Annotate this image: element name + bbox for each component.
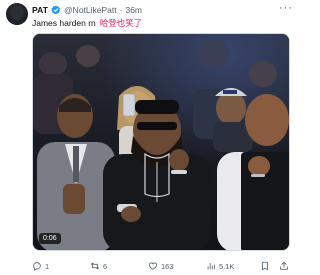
share-button[interactable] (279, 259, 292, 273)
retweet-icon (90, 262, 100, 270)
author-handle[interactable]: @NotLikePatt (64, 5, 117, 15)
tweet-header: PAT @NotLikePatt · 36m (32, 3, 142, 17)
tweet-actions: 1 6 163 5.1K (32, 259, 294, 273)
reply-button[interactable]: 1 (32, 259, 49, 273)
like-count: 163 (161, 261, 174, 271)
views-count: 5.1K (219, 261, 235, 271)
avatar-face (12, 8, 22, 20)
share-icon (280, 261, 288, 270)
views-icon (207, 263, 215, 270)
reply-icon (33, 262, 41, 271)
video-player[interactable]: 0:06 (32, 33, 290, 251)
like-icon (148, 262, 158, 270)
like-button[interactable]: 163 (148, 259, 174, 273)
retweet-count: 6 (103, 261, 108, 271)
retweet-button[interactable]: 6 (90, 259, 107, 273)
reply-count: 1 (45, 261, 50, 271)
video-frame (33, 34, 289, 250)
author-display-name[interactable]: PAT (32, 5, 48, 15)
tweet-card[interactable]: PAT @NotLikePatt · 36m ··· James harden … (0, 0, 299, 275)
bookmark-button[interactable] (260, 259, 273, 273)
tweet-time[interactable]: 36m (125, 5, 142, 15)
views-button[interactable]: 5.1K (206, 259, 234, 273)
tweet-text-english: James harden rn (32, 18, 96, 28)
bookmark-icon (262, 261, 268, 271)
author-avatar[interactable] (6, 3, 28, 25)
tweet-text-chinese: 哈登也笑了 (99, 18, 143, 28)
verified-badge-icon (51, 5, 61, 15)
more-icon[interactable]: ··· (279, 3, 293, 14)
tweet-text: James harden rn 哈登也笑了 (32, 17, 142, 29)
video-duration: 0:06 (39, 233, 61, 244)
meta-separator: · (119, 5, 123, 15)
